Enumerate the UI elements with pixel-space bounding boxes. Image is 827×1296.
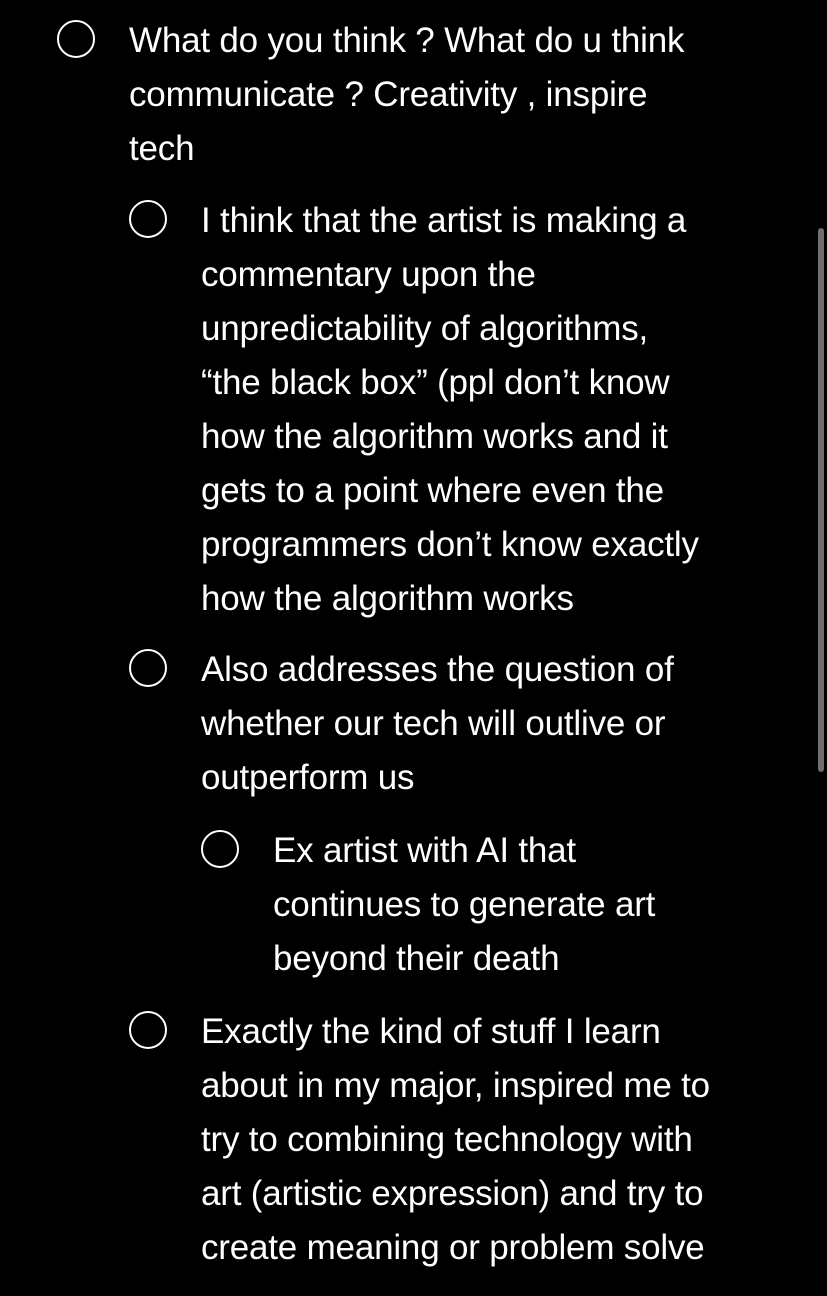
note-checklist: What do you think ? What do u think comm… [0, 0, 827, 1296]
checklist-item-text[interactable]: Exactly the kind of stuff I learn about … [201, 1005, 801, 1275]
unchecked-circle-icon[interactable] [129, 200, 167, 238]
checklist-item[interactable]: I think that the artist is making a comm… [0, 194, 801, 626]
checklist-item-text[interactable]: Also addresses the question of whether o… [201, 643, 801, 805]
checklist-item-text[interactable]: Ex artist with AI that continues to gene… [273, 824, 813, 986]
checklist-item[interactable]: What do you think ? What do u think comm… [0, 14, 789, 176]
unchecked-circle-icon[interactable] [129, 1011, 167, 1049]
unchecked-circle-icon[interactable] [201, 830, 239, 868]
unchecked-circle-icon[interactable] [57, 20, 95, 58]
checklist-item[interactable]: Ex artist with AI that continues to gene… [0, 824, 813, 986]
checklist-item[interactable]: Exactly the kind of stuff I learn about … [0, 1005, 801, 1275]
checklist-item-text[interactable]: I think that the artist is making a comm… [201, 194, 801, 626]
checklist-item[interactable]: Also addresses the question of whether o… [0, 643, 801, 805]
unchecked-circle-icon[interactable] [129, 649, 167, 687]
vertical-scrollbar[interactable] [818, 228, 824, 772]
checklist-item-text[interactable]: What do you think ? What do u think comm… [129, 14, 789, 176]
